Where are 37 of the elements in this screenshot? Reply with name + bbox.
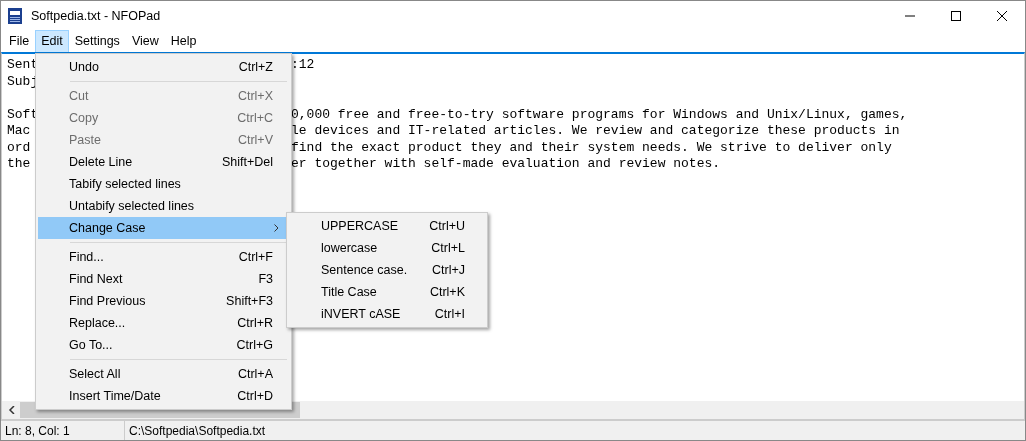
cursor-position: Ln: 8, Col: 1 bbox=[1, 421, 125, 440]
text-line-fragment: er together with self-made evaluation and review notes. bbox=[291, 156, 721, 173]
file-path: C:\Softpedia\Softpedia.txt bbox=[128, 422, 266, 440]
text-line-fragment: ord bbox=[7, 139, 31, 155]
text-line-fragment: :12 bbox=[291, 57, 315, 74]
menu-item[interactable]: Edit bbox=[35, 30, 69, 53]
menu-item[interactable]: Help bbox=[164, 30, 203, 53]
menu-item[interactable]: lowercase Ctrl+L bbox=[289, 237, 485, 259]
text-line-fragment: le devices and IT-related articles. We review and categorize these products in bbox=[291, 123, 900, 140]
menu-item[interactable]: Delete Line Shift+Del bbox=[38, 151, 289, 173]
menu-item[interactable]: Go To... Ctrl+G bbox=[38, 334, 289, 356]
menu-item[interactable]: UPPERCASE Ctrl+U bbox=[289, 215, 485, 237]
text-line-fragment: Mac bbox=[7, 123, 31, 138]
menu-item[interactable]: View bbox=[125, 30, 165, 53]
app-icon bbox=[7, 8, 23, 24]
menu-item[interactable]: Find... Ctrl+F bbox=[38, 246, 289, 268]
scroll-left-icon[interactable] bbox=[8, 406, 16, 414]
menu-item[interactable]: Find Previous Shift+F3 bbox=[38, 290, 289, 312]
menu-item[interactable]: Title Case Ctrl+K bbox=[289, 281, 485, 303]
menu-item[interactable]: Replace... Ctrl+R bbox=[38, 312, 289, 334]
menu-item[interactable]: iNVERT cASE Ctrl+I bbox=[289, 303, 485, 325]
menu-item[interactable]: Sentence case. Ctrl+J bbox=[289, 259, 485, 281]
menu-item[interactable]: Find Next F3 bbox=[38, 268, 289, 290]
menu-item[interactable]: Settings bbox=[68, 30, 126, 53]
text-line-fragment: find the exact product they and their system needs. We strive to deliver only bbox=[291, 139, 892, 156]
close-icon bbox=[997, 11, 1007, 21]
menu-item[interactable]: Change Case bbox=[38, 217, 289, 239]
maximize-icon bbox=[951, 11, 961, 21]
menu-item[interactable]: Select All Ctrl+A bbox=[38, 363, 289, 385]
menu-item[interactable]: Untabify selected lines bbox=[38, 195, 289, 217]
menu-item[interactable]: Undo Ctrl+Z bbox=[38, 56, 289, 78]
menu-item[interactable]: File bbox=[3, 30, 36, 53]
menu-item[interactable]: Tabify selected lines bbox=[38, 173, 289, 195]
text-line-fragment: 0,000 free and free-to-try software programs for Windows and Unix/Linux, games, bbox=[291, 106, 908, 123]
window-title: Softpedia.txt - NFOPad bbox=[31, 7, 161, 25]
menu-item[interactable]: Insert Time/Date Ctrl+D bbox=[38, 385, 289, 407]
text-line-fragment: the bbox=[7, 156, 31, 171]
